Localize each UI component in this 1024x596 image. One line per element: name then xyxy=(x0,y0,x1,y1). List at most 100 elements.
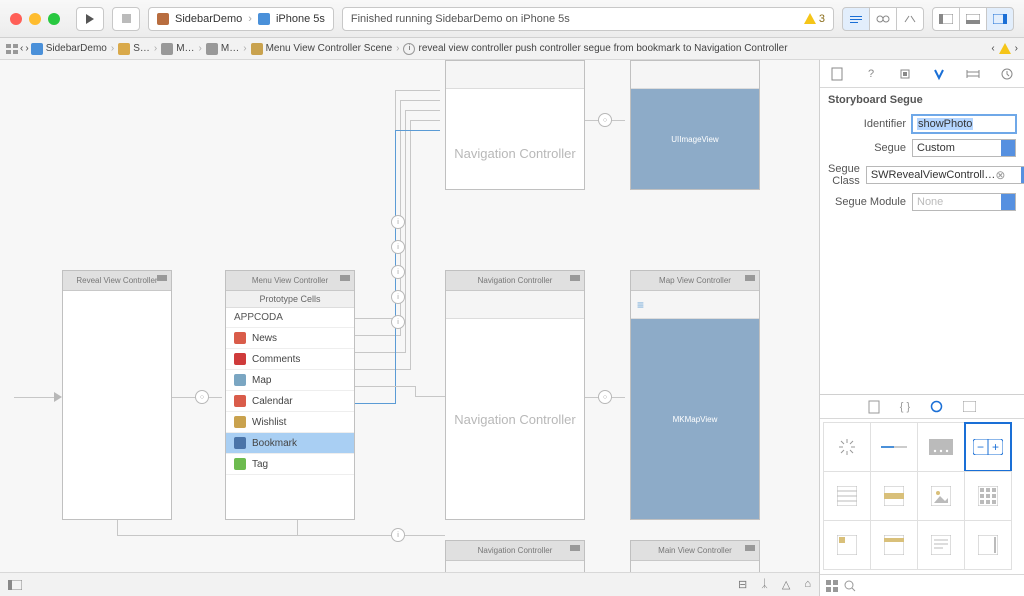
minimize-window[interactable] xyxy=(29,13,41,25)
table-header[interactable]: APPCODA xyxy=(226,308,354,328)
clear-icon[interactable]: ⊗ xyxy=(995,168,1005,182)
prototype-cells-label: Prototype Cells xyxy=(226,291,354,308)
cell-tag[interactable]: Tag xyxy=(226,454,354,475)
menu-view-controller[interactable]: Menu View Controller Prototype Cells APP… xyxy=(225,270,355,520)
standard-editor[interactable] xyxy=(842,7,870,31)
segue-node[interactable]: i xyxy=(391,290,405,304)
lib-page-control[interactable] xyxy=(917,422,965,472)
vc-title: Reveal View Controller xyxy=(76,276,157,285)
cell-comments[interactable]: Comments xyxy=(226,349,354,370)
nav-controller-top[interactable]: Navigation Controller xyxy=(445,60,585,190)
nav-back[interactable]: ‹ xyxy=(20,43,23,54)
grid-view-toggle[interactable] xyxy=(826,580,838,592)
mkmapview-label: MKMapView xyxy=(631,319,759,519)
map-view-controller[interactable]: Map View Controller ≡MKMapView xyxy=(630,270,760,520)
cell-news[interactable]: News xyxy=(226,328,354,349)
library-tabs: { } xyxy=(820,395,1024,419)
code-snippet-library-tab[interactable]: { } xyxy=(900,401,910,413)
vc-title: Main View Controller xyxy=(658,546,732,555)
lib-image-view[interactable] xyxy=(917,471,965,521)
svg-text:+: + xyxy=(992,440,999,454)
auto-layout-resolve[interactable]: △ xyxy=(782,578,790,591)
segue-module-dropdown[interactable]: None xyxy=(912,193,1016,211)
auto-layout-pin[interactable]: ᛣ xyxy=(761,578,768,591)
size-inspector-tab[interactable] xyxy=(964,65,982,83)
hamburger-icon: ≡ xyxy=(637,298,644,312)
object-library-tab[interactable] xyxy=(930,400,943,413)
status-text: Finished running SidebarDemo on iPhone 5… xyxy=(351,13,570,25)
auto-layout-resize[interactable]: ⌂ xyxy=(804,578,811,591)
crumb-file2[interactable]: M… xyxy=(206,43,239,55)
identity-inspector-tab[interactable] xyxy=(896,65,914,83)
segue-node[interactable]: ○ xyxy=(195,390,209,404)
comments-icon xyxy=(234,353,246,365)
segue-module-label: Segue Module xyxy=(828,196,906,208)
vc-title: Menu View Controller xyxy=(252,276,328,285)
quick-help-tab[interactable]: ? xyxy=(862,65,880,83)
lib-activity-indicator[interactable] xyxy=(823,422,871,472)
connections-inspector-tab[interactable] xyxy=(998,65,1016,83)
version-editor[interactable] xyxy=(896,7,924,31)
nav-forward[interactable]: › xyxy=(25,43,28,54)
crumb-file1[interactable]: M… xyxy=(161,43,194,55)
segue-class-field[interactable]: SWRevealViewControll…⊗ xyxy=(866,166,1024,184)
lib-stepper[interactable]: −+ xyxy=(964,422,1012,472)
file-template-library-tab[interactable] xyxy=(868,400,880,414)
lib-collection-view[interactable] xyxy=(964,471,1012,521)
media-library-tab[interactable] xyxy=(963,401,976,412)
cell-wishlist[interactable]: Wishlist xyxy=(226,412,354,433)
assistant-editor[interactable] xyxy=(869,7,897,31)
segue-node[interactable]: i xyxy=(391,215,405,229)
zoom-window[interactable] xyxy=(48,13,60,25)
segue-dropdown[interactable]: Custom xyxy=(912,139,1016,157)
lib-collection-cell[interactable] xyxy=(823,520,871,570)
lib-text-view[interactable] xyxy=(917,520,965,570)
jump-prev-issue[interactable]: ‹ xyxy=(991,43,994,54)
toggle-debug[interactable] xyxy=(959,7,987,31)
storyboard-canvas[interactable]: Reveal View Controller ○ Menu View Contr… xyxy=(0,60,819,596)
toggle-utilities[interactable] xyxy=(986,7,1014,31)
run-button[interactable] xyxy=(76,7,104,31)
lib-progress-view[interactable] xyxy=(870,422,918,472)
auto-layout-align[interactable]: ⊟ xyxy=(738,578,747,591)
scheme-selector[interactable]: SidebarDemo › iPhone 5s xyxy=(148,7,334,31)
lib-table-cell[interactable] xyxy=(870,471,918,521)
segue-node[interactable]: i xyxy=(391,265,405,279)
lib-table-view[interactable] xyxy=(823,471,871,521)
toggle-navigator[interactable] xyxy=(932,7,960,31)
cell-map[interactable]: Map xyxy=(226,370,354,391)
photo-view-controller[interactable]: UIImageView xyxy=(630,60,760,190)
segue-node[interactable]: i xyxy=(391,315,405,329)
warning-indicator[interactable]: 3 xyxy=(804,13,825,25)
library-filter-bar xyxy=(820,574,1024,596)
stop-button[interactable] xyxy=(112,7,140,31)
lib-scroll-view[interactable] xyxy=(964,520,1012,570)
file-inspector-tab[interactable] xyxy=(828,65,846,83)
canvas-bottom-bar: ⊟ ᛣ △ ⌂ xyxy=(0,572,819,596)
jump-next-issue[interactable]: › xyxy=(1015,43,1018,54)
segue-node[interactable]: ○ xyxy=(598,390,612,404)
cell-calendar[interactable]: Calendar xyxy=(226,391,354,412)
library-filter-input[interactable] xyxy=(862,578,1018,594)
attributes-inspector-tab[interactable] xyxy=(930,65,948,83)
segue-node[interactable]: ○ xyxy=(598,113,612,127)
crumb-scene[interactable]: Menu View Controller Scene xyxy=(251,43,393,55)
lib-collection-reusable[interactable] xyxy=(870,520,918,570)
segue-node[interactable]: i xyxy=(391,240,405,254)
related-items[interactable] xyxy=(6,44,18,54)
assistant-editor-icon xyxy=(876,13,890,25)
nav-controller-bottom[interactable]: Navigation Controller xyxy=(445,540,585,572)
segue-node[interactable]: i xyxy=(391,528,405,542)
cell-bookmark[interactable]: Bookmark xyxy=(226,433,354,454)
nav-label: Navigation Controller xyxy=(446,319,584,519)
crumb-segue[interactable]: ireveal view controller push controller … xyxy=(403,43,787,55)
outline-toggle[interactable] xyxy=(8,580,22,590)
reveal-view-controller[interactable]: Reveal View Controller xyxy=(62,270,172,520)
close-window[interactable] xyxy=(10,13,22,25)
nav-label: Navigation Controller xyxy=(446,89,584,217)
crumb-project[interactable]: SidebarDemo xyxy=(31,43,107,55)
main-view-controller[interactable]: Main View Controller xyxy=(630,540,760,572)
crumb-folder[interactable]: S… xyxy=(118,43,150,55)
identifier-field[interactable]: showPhoto xyxy=(912,115,1016,133)
nav-controller-mid[interactable]: Navigation Controller Navigation Control… xyxy=(445,270,585,520)
